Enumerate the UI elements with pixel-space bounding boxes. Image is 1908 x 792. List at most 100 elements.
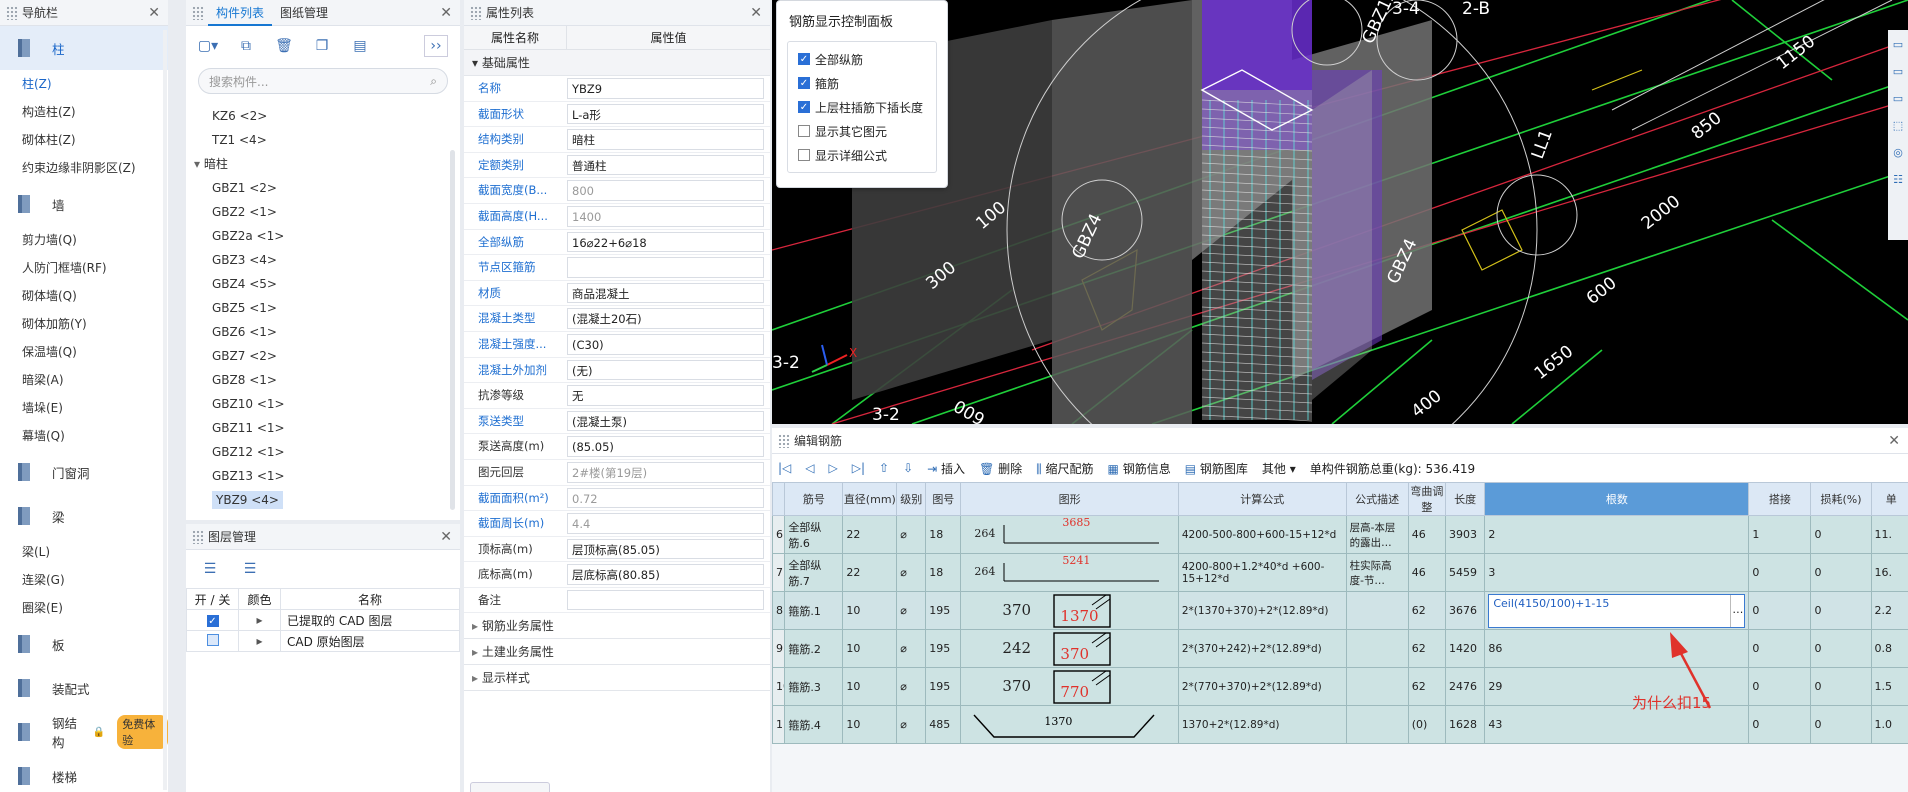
property-value-input[interactable]: 4.4 bbox=[567, 513, 764, 534]
drag-handle-icon[interactable] bbox=[6, 5, 18, 20]
property-footer-button[interactable] bbox=[470, 782, 550, 792]
move-down-icon[interactable]: ⇩ bbox=[903, 461, 913, 475]
nav-item[interactable]: 人防门框墙(RF) bbox=[0, 254, 168, 282]
expand-icon[interactable]: ▸ bbox=[238, 630, 281, 652]
tab-component-list[interactable]: 构件列表 bbox=[208, 0, 273, 26]
rebar-cell-bend[interactable]: 62 bbox=[1407, 591, 1446, 630]
display-option[interactable]: ✓ 上层柱插筋下插长度 bbox=[798, 98, 926, 116]
rebar-cell-dia[interactable]: 22 bbox=[842, 515, 898, 554]
rebar-cell-len[interactable]: 1628 bbox=[1444, 705, 1486, 744]
rebar-column-header[interactable]: 筋号 bbox=[784, 482, 844, 516]
rebar-cell-dia[interactable]: 10 bbox=[842, 705, 898, 744]
rebar-info-button[interactable]: ▦ 钢筋信息 bbox=[1108, 460, 1171, 477]
section-basic[interactable]: ▾ 基础属性 bbox=[464, 50, 770, 76]
close-icon[interactable]: ✕ bbox=[750, 5, 762, 21]
property-value-input[interactable]: 800 bbox=[567, 180, 764, 201]
rebar-row[interactable]: 7 全部纵筋.7 22 ⌀ 18 264 5241 4200-800+1.2*40*d … bbox=[772, 553, 1908, 592]
tree-item[interactable]: GBZ2a <1> bbox=[186, 224, 460, 248]
rebar-cell-idx[interactable]: 6 bbox=[772, 515, 786, 554]
close-icon[interactable]: ✕ bbox=[148, 5, 160, 21]
rebar-row[interactable]: 6 全部纵筋.6 22 ⌀ 18 264 3685 4200-500-800+600-1… bbox=[772, 515, 1908, 554]
last-record-icon[interactable]: ▷| bbox=[852, 461, 865, 475]
rebar-cell-dia[interactable]: 22 bbox=[842, 553, 898, 592]
delete-button[interactable]: 🗑 删除 bbox=[979, 460, 1022, 477]
rebar-cell-formula[interactable]: 1370+2*(12.89*d) bbox=[1177, 705, 1347, 744]
rebar-shape-cell[interactable]: 370 1370 bbox=[960, 591, 1179, 630]
property-value-input[interactable]: 层底标高(80.85) bbox=[567, 564, 764, 585]
property-value-input[interactable]: 2#楼(第19层) bbox=[567, 461, 764, 483]
layer-list-icon[interactable]: ☰ bbox=[198, 558, 222, 580]
tree-item[interactable]: GBZ2 <1> bbox=[186, 200, 460, 224]
rebar-shape-cell[interactable]: 1370 bbox=[960, 705, 1179, 744]
rebar-cell-desc[interactable] bbox=[1345, 667, 1409, 706]
nav-item[interactable]: 剪力墙(Q) bbox=[0, 226, 168, 254]
tree-item[interactable]: GBZ4 <5> bbox=[186, 272, 460, 296]
checkbox[interactable]: ✓ bbox=[798, 53, 810, 65]
layer-checkbox[interactable] bbox=[206, 633, 219, 646]
nav-category[interactable]: 柱 bbox=[0, 26, 168, 70]
rebar-cell-loss[interactable]: 0 bbox=[1810, 705, 1872, 744]
rebar-cell-fig[interactable]: 195 bbox=[925, 667, 962, 706]
rebar-cell-desc[interactable] bbox=[1345, 591, 1409, 630]
view-icon[interactable]: ▭ bbox=[1893, 65, 1903, 78]
expand-icon[interactable]: ▸ bbox=[238, 609, 281, 631]
other-dropdown[interactable]: 其他 ▾ bbox=[1262, 460, 1296, 477]
rebar-cell-name[interactable]: 箍筋.1 bbox=[784, 591, 844, 630]
property-value-input[interactable]: 1400 bbox=[567, 205, 764, 227]
rebar-column-header[interactable]: 搭接 bbox=[1748, 482, 1812, 516]
tree-item[interactable]: YBZ9 <4> bbox=[186, 488, 460, 512]
nav-item[interactable]: 梁(L) bbox=[0, 538, 168, 566]
move-up-icon[interactable]: ⇧ bbox=[879, 461, 889, 475]
rebar-cell-name[interactable]: 箍筋.3 bbox=[784, 667, 844, 706]
new-component-icon[interactable]: ▢▾ bbox=[196, 35, 220, 57]
rebar-cell-formula[interactable]: 2*(1370+370)+2*(12.89*d) bbox=[1177, 591, 1347, 630]
rebar-column-header[interactable]: 损耗(%) bbox=[1810, 482, 1872, 516]
rebar-cell-fig[interactable]: 195 bbox=[925, 629, 962, 668]
rebar-shape-cell[interactable]: 370 770 bbox=[960, 667, 1179, 706]
tree-item[interactable]: GBZ6 <1> bbox=[186, 320, 460, 344]
rebar-cell-formula[interactable]: 2*(770+370)+2*(12.89*d) bbox=[1177, 667, 1347, 706]
rebar-cell-unit[interactable]: 1.5 bbox=[1870, 667, 1908, 706]
rebar-cell-idx[interactable]: 11 bbox=[772, 705, 786, 744]
nav-item[interactable]: 约束边缘非阴影区(Z) bbox=[0, 154, 168, 182]
display-option[interactable]: ✓ 全部纵筋 bbox=[798, 50, 926, 68]
collapse-icon[interactable]: ▾ bbox=[194, 157, 204, 171]
rebar-cell-grade[interactable]: ⌀ bbox=[896, 667, 927, 706]
checkbox[interactable] bbox=[798, 125, 810, 137]
rebar-cell-unit[interactable]: 11. bbox=[1870, 515, 1908, 554]
property-value-input[interactable]: 商品混凝土 bbox=[567, 282, 764, 304]
display-option[interactable]: 显示其它图元 bbox=[798, 122, 926, 140]
rebar-cell-fig[interactable]: 18 bbox=[925, 553, 962, 592]
tree-item[interactable]: TZ1 <4> bbox=[186, 128, 460, 152]
rebar-cell-dia[interactable]: 10 bbox=[842, 591, 898, 630]
layer-checkbox[interactable]: ✓ bbox=[206, 615, 219, 628]
nav-category[interactable]: 装配式 bbox=[0, 666, 168, 710]
rebar-cell-count[interactable]: 3 bbox=[1484, 553, 1750, 592]
property-value-input[interactable] bbox=[567, 589, 764, 611]
more-icon[interactable]: ›› bbox=[424, 35, 448, 57]
rebar-cell-lap[interactable]: 0 bbox=[1748, 553, 1812, 592]
rebar-shape-cell[interactable]: 264 5241 bbox=[960, 553, 1179, 592]
display-option[interactable]: 显示详细公式 bbox=[798, 146, 926, 164]
rebar-cell-unit[interactable]: 16. bbox=[1870, 553, 1908, 592]
nav-item[interactable]: 柱(Z) bbox=[0, 70, 168, 98]
nav-item[interactable]: 墙垛(E) bbox=[0, 394, 168, 422]
rebar-column-header[interactable]: 图形 bbox=[960, 482, 1179, 516]
rebar-column-header[interactable]: 单 bbox=[1870, 482, 1908, 516]
property-value-input[interactable]: (混凝土20石) bbox=[567, 308, 764, 329]
property-value-input[interactable]: YBZ9 bbox=[567, 78, 764, 99]
property-value-input[interactable]: (85.05) bbox=[567, 436, 764, 457]
nav-item[interactable]: 构造柱(Z) bbox=[0, 98, 168, 126]
rebar-column-header[interactable]: 级别 bbox=[896, 482, 927, 516]
nav-category[interactable]: 板 bbox=[0, 622, 168, 666]
nav-item[interactable]: 连梁(G) bbox=[0, 566, 168, 594]
rebar-cell-dia[interactable]: 10 bbox=[842, 667, 898, 706]
rebar-cell-formula[interactable]: 4200-800+1.2*40*d +600-15+12*d bbox=[1177, 553, 1347, 592]
insert-button[interactable]: ⇥ 插入 bbox=[927, 460, 965, 477]
free-trial-badge[interactable]: 免费体验 bbox=[117, 715, 168, 749]
rebar-cell-bend[interactable]: 62 bbox=[1407, 667, 1446, 706]
nav-scrollbar[interactable] bbox=[163, 30, 167, 790]
rebar-cell-fig[interactable]: 195 bbox=[925, 591, 962, 630]
checkbox[interactable] bbox=[798, 149, 810, 161]
copy-icon[interactable]: ⧉ bbox=[234, 35, 258, 57]
